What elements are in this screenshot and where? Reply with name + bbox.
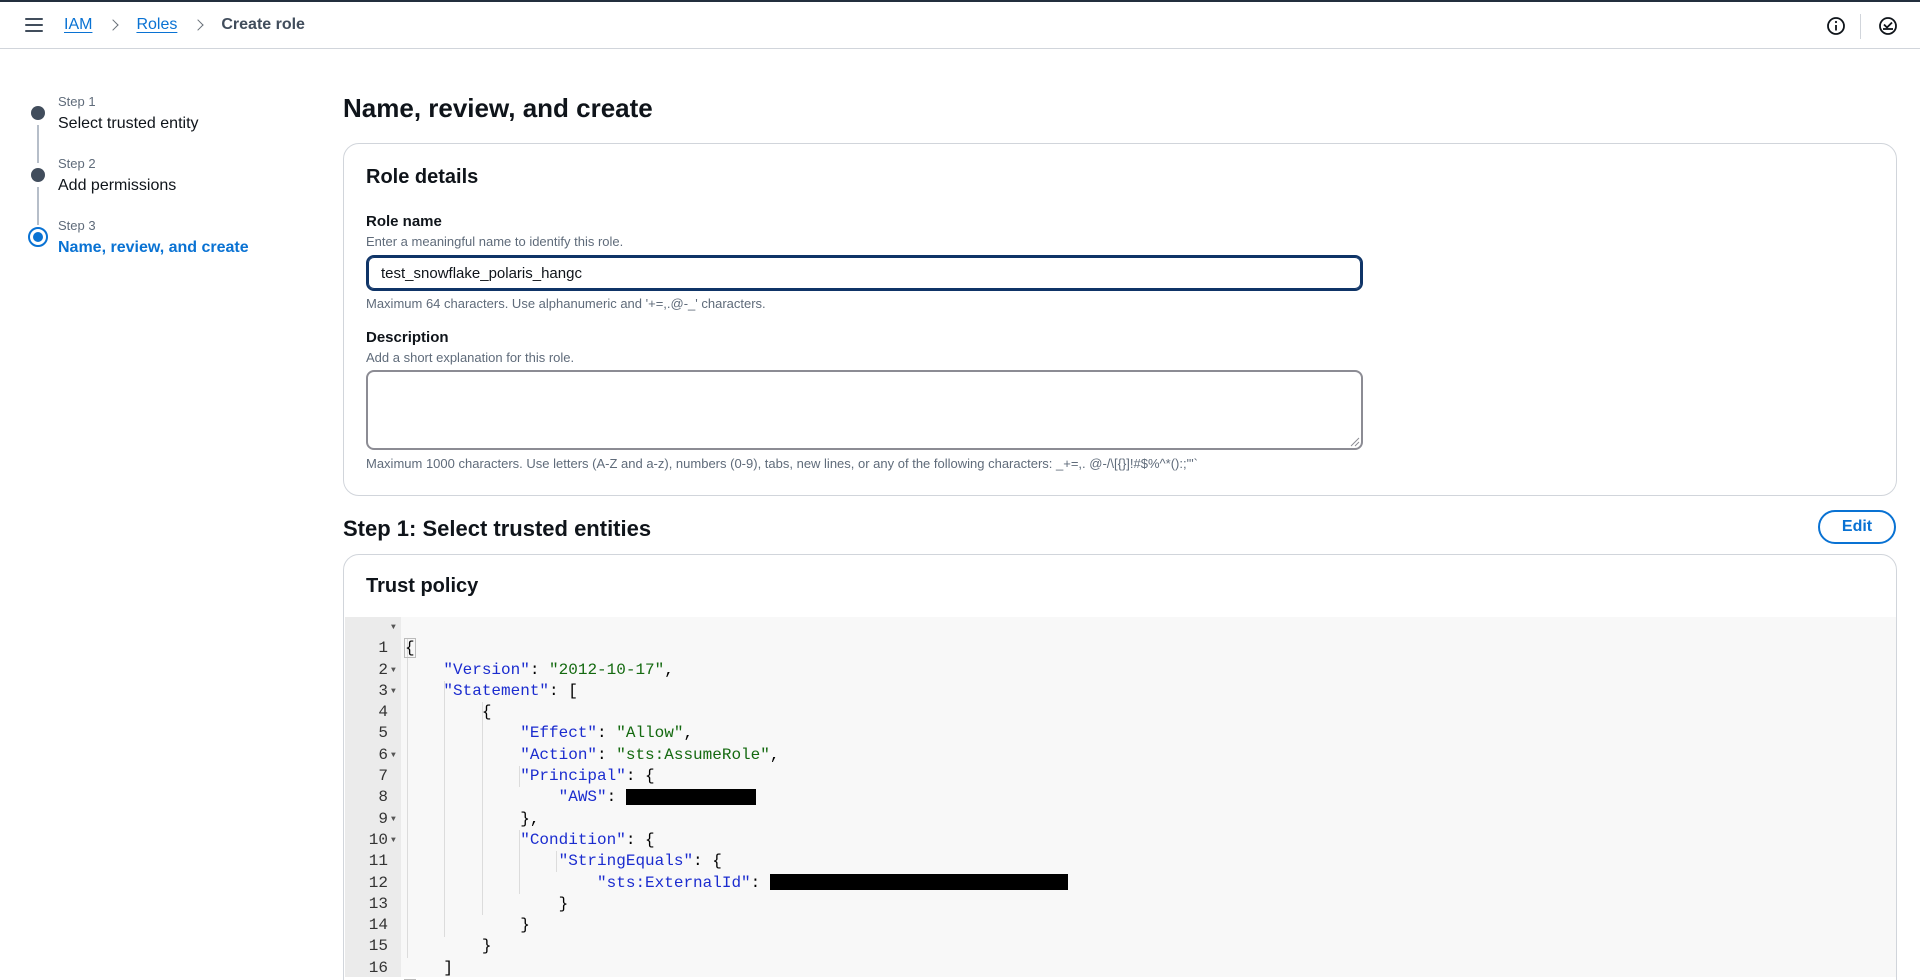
code-line: 13 }: [345, 873, 1896, 913]
edit-trusted-entities-button[interactable]: Edit: [1818, 510, 1896, 544]
code-line: 5 "Effect": "Allow",: [345, 702, 1896, 742]
code-line: 6 "Action": "sts:AssumeRole",: [345, 724, 1896, 764]
topbar-divider: [1860, 14, 1861, 39]
code-line: 3 ▼ "Statement": [: [345, 660, 1896, 700]
feedback-icon[interactable]: [1878, 16, 1898, 36]
role-details-title: Role details: [366, 166, 479, 188]
top-navigation-bar: IAM Roles Create role: [0, 2, 1920, 49]
trust-policy-container: Trust policy 1 ▼{ 2 "Version": "2012-10-1…: [343, 554, 1897, 980]
code-line: 12 "sts:ExternalId":: [345, 851, 1896, 892]
wizard-step-2: Step 2 Add permissions: [0, 144, 300, 194]
description-help-text: Add a short explanation for this role.: [366, 350, 575, 365]
chevron-right-icon: [104, 17, 124, 33]
hamburger-menu-icon[interactable]: [25, 18, 43, 32]
fold-arrow-icon[interactable]: ▼: [391, 681, 396, 702]
breadcrumb-iam-link[interactable]: IAM: [64, 16, 92, 34]
code-line: 8 "AWS":: [345, 766, 1896, 806]
role-name-constraint: Maximum 64 characters. Use alphanumeric …: [366, 296, 766, 311]
role-name-description: Enter a meaningful name to identify this…: [366, 234, 624, 249]
code-line: 7 ▼ "Principal": {: [345, 745, 1896, 785]
step-label-current: Name, review, and create: [58, 239, 249, 256]
code-line: 14 }: [345, 894, 1896, 934]
trust-policy-title: Trust policy: [366, 575, 479, 597]
info-icon[interactable]: [1826, 16, 1846, 36]
role-details-container: Role details Role name Enter a meaningfu…: [343, 143, 1897, 496]
code-line: 16 ]: [345, 937, 1896, 977]
step-link-add-permissions[interactable]: Add permissions: [58, 177, 176, 195]
code-line: 11 ▼ "StringEquals": {: [345, 830, 1896, 870]
resize-grip-icon[interactable]: [1350, 437, 1360, 447]
fold-arrow-icon[interactable]: ▼: [391, 745, 396, 766]
description-constraint: Maximum 1000 characters. Use letters (A-…: [366, 456, 1198, 471]
wizard-step-1: Step 1 Select trusted entity: [0, 82, 300, 132]
code-line: 2 "Version": "2012-10-17",: [345, 638, 1896, 679]
description-label: Description: [366, 329, 449, 346]
description-textarea[interactable]: [366, 370, 1363, 450]
code-line: 10 ▼ "Condition": {: [345, 809, 1896, 849]
code-line: 1 ▼{: [345, 617, 1896, 659]
code-line: 17}: [345, 958, 1896, 980]
trusted-entities-heading: Step 1: Select trusted entities: [343, 516, 652, 541]
fold-arrow-icon[interactable]: ▼: [391, 617, 396, 638]
fold-arrow-icon[interactable]: ▼: [391, 830, 396, 851]
step-link-select-trusted-entity[interactable]: Select trusted entity: [58, 115, 199, 133]
code-line: 4 ▼ {: [345, 681, 1896, 721]
code-line: 15 }: [345, 915, 1896, 955]
page-title: Name, review, and create: [343, 93, 653, 123]
code-line: 9 },: [345, 787, 1896, 828]
breadcrumb-roles-link[interactable]: Roles: [136, 16, 177, 34]
step-active-dot-icon: [28, 227, 48, 247]
role-name-label: Role name: [366, 213, 442, 230]
trust-policy-code-editor[interactable]: 1 ▼{ 2 "Version": "2012-10-17", 3 ▼ "State…: [345, 617, 1896, 980]
step-complete-dot-icon: [31, 106, 45, 120]
step-number: Step 3: [58, 218, 96, 233]
fold-arrow-icon[interactable]: ▼: [391, 660, 396, 681]
step-number: Step 1: [58, 94, 96, 109]
step-complete-dot-icon: [31, 168, 45, 182]
breadcrumb: IAM Roles Create role: [64, 16, 305, 34]
step-number: Step 2: [58, 156, 96, 171]
fold-arrow-icon[interactable]: ▼: [391, 809, 396, 830]
chevron-right-icon: [189, 17, 209, 33]
breadcrumb-current: Create role: [221, 16, 305, 33]
role-name-input[interactable]: [366, 255, 1363, 291]
